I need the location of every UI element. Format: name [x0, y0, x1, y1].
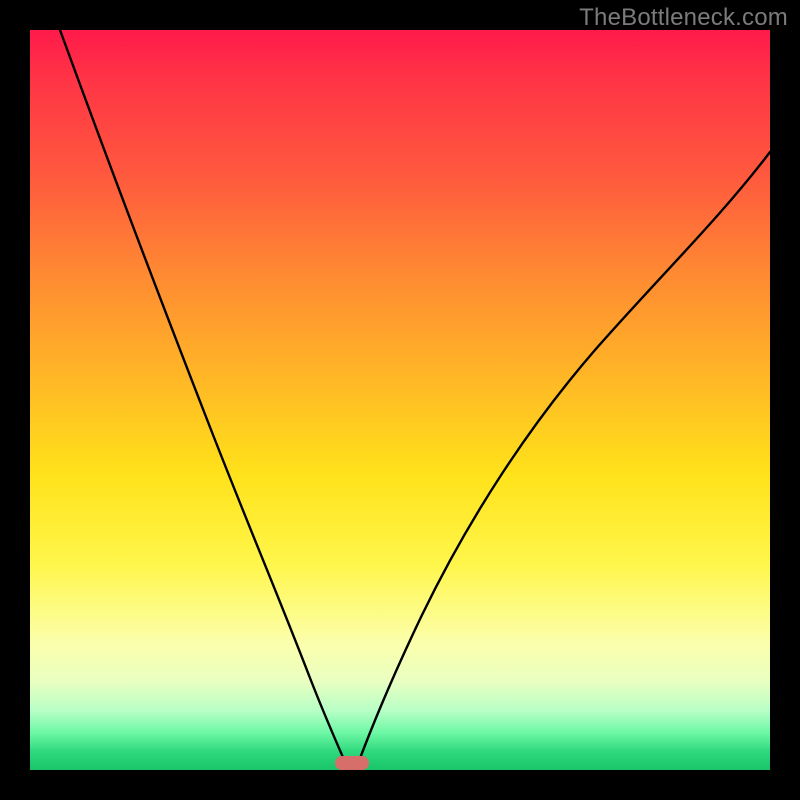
cusp-marker	[335, 756, 369, 770]
curve-left-arm	[60, 30, 348, 769]
plot-area	[30, 30, 770, 770]
figure-frame: TheBottleneck.com	[0, 0, 800, 800]
curve-layer	[30, 30, 770, 770]
curve-right-arm	[356, 152, 770, 769]
watermark-text: TheBottleneck.com	[579, 4, 788, 32]
